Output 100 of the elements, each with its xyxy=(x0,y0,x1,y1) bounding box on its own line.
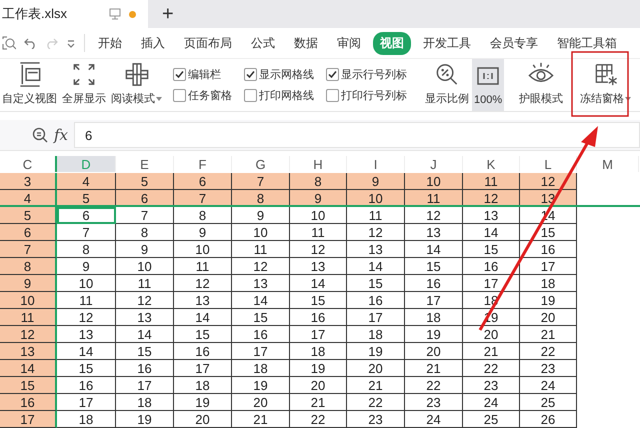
menu-tab[interactable]: 智能工具箱 xyxy=(550,32,624,54)
table-cell: 21 xyxy=(520,326,577,343)
column-header[interactable]: G xyxy=(232,156,290,172)
table-cell: 11 xyxy=(290,224,347,241)
checkbox-option[interactable]: 打印行号列标 xyxy=(326,88,407,103)
table-cell: 17 xyxy=(174,360,232,377)
formula-field[interactable]: 6 xyxy=(74,122,640,148)
checkbox-option[interactable]: 打印网格线 xyxy=(244,88,314,103)
column-header[interactable]: K xyxy=(463,156,520,172)
table-cell: 15 xyxy=(463,241,520,258)
table-cell: 20 xyxy=(463,326,520,343)
column-header[interactable]: F xyxy=(174,156,232,172)
menu-tab[interactable]: 开发工具 xyxy=(416,32,478,54)
table-cell: 13 xyxy=(174,292,232,309)
table-cell: 25 xyxy=(520,394,577,411)
checkbox-option[interactable]: 编辑栏 xyxy=(173,67,232,82)
table-cell: 21 xyxy=(232,411,290,428)
table-cell: 17 xyxy=(347,309,405,326)
ribbon-button[interactable]: 冻结窗格 xyxy=(578,59,634,111)
table-cell: 24 xyxy=(405,411,463,428)
table-cell: 17 xyxy=(116,377,174,394)
table-cell: 11 xyxy=(57,292,116,309)
table-cell: 16 xyxy=(405,275,463,292)
column-header[interactable]: I xyxy=(347,156,405,172)
table-cell: 14 xyxy=(347,258,405,275)
table-cell: 15 xyxy=(290,292,347,309)
menu-tab[interactable]: 页面布局 xyxy=(177,32,239,54)
table-cell: 13 xyxy=(0,343,57,360)
column-header[interactable]: J xyxy=(405,156,463,172)
table-cell: 6 xyxy=(174,173,232,190)
menu-tab[interactable]: 插入 xyxy=(134,32,172,54)
ribbon-button[interactable]: 护眼模式 xyxy=(517,59,566,111)
table-cell: 12 xyxy=(232,258,290,275)
checkbox[interactable] xyxy=(173,68,186,81)
table-cell: 8 xyxy=(116,224,174,241)
table-cell: 14 xyxy=(232,292,290,309)
menu-tab[interactable]: 开始 xyxy=(91,32,129,54)
table-cell: 17 xyxy=(0,411,57,428)
table-cell: 18 xyxy=(290,343,347,360)
menu-tab[interactable]: 会员专享 xyxy=(483,32,545,54)
table-cell: 8 xyxy=(57,241,116,258)
table-cell: 16 xyxy=(232,326,290,343)
table-cell: 16 xyxy=(174,343,232,360)
column-header[interactable]: E xyxy=(116,156,174,172)
table-cell: 19 xyxy=(520,292,577,309)
table-cell: 21 xyxy=(463,343,520,360)
menu-tab[interactable]: 数据 xyxy=(287,32,325,54)
table-cell: 16 xyxy=(0,394,57,411)
checkbox-option[interactable]: 显示网格线 xyxy=(244,67,314,82)
table-cell: 5 xyxy=(0,207,57,224)
caret-icon xyxy=(66,38,76,48)
table-cell: 15 xyxy=(232,309,290,326)
table-cell: 12 xyxy=(57,309,116,326)
table-cell: 12 xyxy=(347,224,405,241)
menu-tab[interactable]: 公式 xyxy=(244,32,282,54)
table-cell: 23 xyxy=(405,394,463,411)
table-cell: 11 xyxy=(347,207,405,224)
table-cell: 12 xyxy=(520,173,577,190)
table-cell: 14 xyxy=(174,309,232,326)
checkbox[interactable] xyxy=(244,89,257,102)
table-cell: 13 xyxy=(463,207,520,224)
checkbox-option[interactable]: 任务窗格 xyxy=(173,88,232,103)
table-cell: 15 xyxy=(405,258,463,275)
column-header[interactable]: H xyxy=(290,156,347,172)
ribbon-button[interactable]: 阅读模式 xyxy=(109,59,164,111)
table-cell: 9 xyxy=(347,173,405,190)
checkbox[interactable] xyxy=(244,68,257,81)
checkbox[interactable] xyxy=(173,89,186,102)
document-tab[interactable]: 工作表.xlsx xyxy=(0,0,148,28)
table-cell: 3 xyxy=(0,173,57,190)
table-cell: 26 xyxy=(520,411,577,428)
table-cell: 18 xyxy=(405,309,463,326)
table-cell: 12 xyxy=(0,326,57,343)
function-label: fx xyxy=(54,126,68,144)
ribbon-button[interactable]: 自定义视图 xyxy=(0,59,59,111)
table-cell: 19 xyxy=(174,394,232,411)
table-cell: 20 xyxy=(405,343,463,360)
table-cell: 18 xyxy=(232,360,290,377)
ribbon-button[interactable]: 100% xyxy=(472,59,504,111)
table-cell: 12 xyxy=(116,292,174,309)
table-cell: 7 xyxy=(57,224,116,241)
checkbox[interactable] xyxy=(326,68,339,81)
table-cell: 17 xyxy=(520,258,577,275)
table-cell: 16 xyxy=(347,292,405,309)
table-cell: 15 xyxy=(0,377,57,394)
table-cell: 20 xyxy=(520,309,577,326)
table-cell: 15 xyxy=(57,360,116,377)
zoom-icon xyxy=(32,127,48,143)
checkbox[interactable] xyxy=(326,89,339,102)
table-cell: 19 xyxy=(116,411,174,428)
checkbox-option[interactable]: 显示行号列标 xyxy=(326,67,407,82)
table-cell: 18 xyxy=(57,411,116,428)
table-cell: 14 xyxy=(405,241,463,258)
new-tab-button[interactable]: + xyxy=(152,0,184,28)
ribbon-button[interactable]: 全屏显示 xyxy=(60,59,108,111)
table-cell: 16 xyxy=(520,241,577,258)
table-cell: 6 xyxy=(0,224,57,241)
ribbon-button[interactable]: 显示比例 xyxy=(423,59,471,111)
menu-tab[interactable]: 审阅 xyxy=(330,32,368,54)
table-cell: 18 xyxy=(174,377,232,394)
